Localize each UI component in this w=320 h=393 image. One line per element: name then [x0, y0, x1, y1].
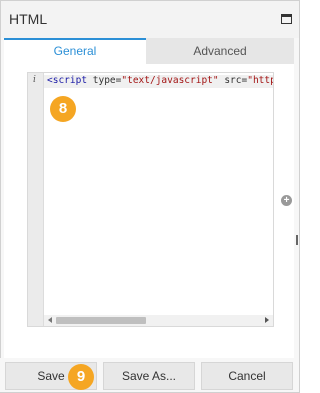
dialog-titlebar: HTML — [1, 1, 299, 38]
tab-general[interactable]: General — [4, 38, 146, 64]
tab-advanced[interactable]: Advanced — [146, 38, 294, 64]
cancel-button[interactable]: Cancel — [201, 362, 293, 390]
editor-gutter: i — [28, 73, 44, 326]
code-value-src: "https:// — [247, 75, 273, 86]
code-tag: <script — [47, 75, 88, 86]
maximize-icon[interactable] — [281, 14, 292, 24]
scroll-left-arrow-icon[interactable] — [48, 317, 52, 323]
save-as-button[interactable]: Save As... — [103, 362, 195, 390]
tab-bar: General Advanced — [4, 38, 294, 64]
scrollbar-thumb[interactable] — [56, 317, 146, 324]
horizontal-scrollbar[interactable] — [44, 315, 273, 326]
step-badge-editor: 8 — [50, 96, 76, 122]
info-marker-icon: i — [33, 75, 36, 85]
dialog-title: HTML — [9, 11, 48, 27]
plus-circle-icon[interactable]: + — [281, 195, 292, 206]
code-line[interactable]: <script type="text/javascript" src="http… — [47, 75, 273, 86]
step-badge-save: 9 — [68, 364, 94, 390]
resize-handle[interactable] — [296, 235, 298, 245]
code-attr-type: type= — [87, 75, 122, 86]
scroll-right-arrow-icon[interactable] — [265, 317, 269, 323]
code-attr-src: src= — [218, 75, 248, 86]
code-value-type: "text/javascript" — [121, 75, 219, 86]
